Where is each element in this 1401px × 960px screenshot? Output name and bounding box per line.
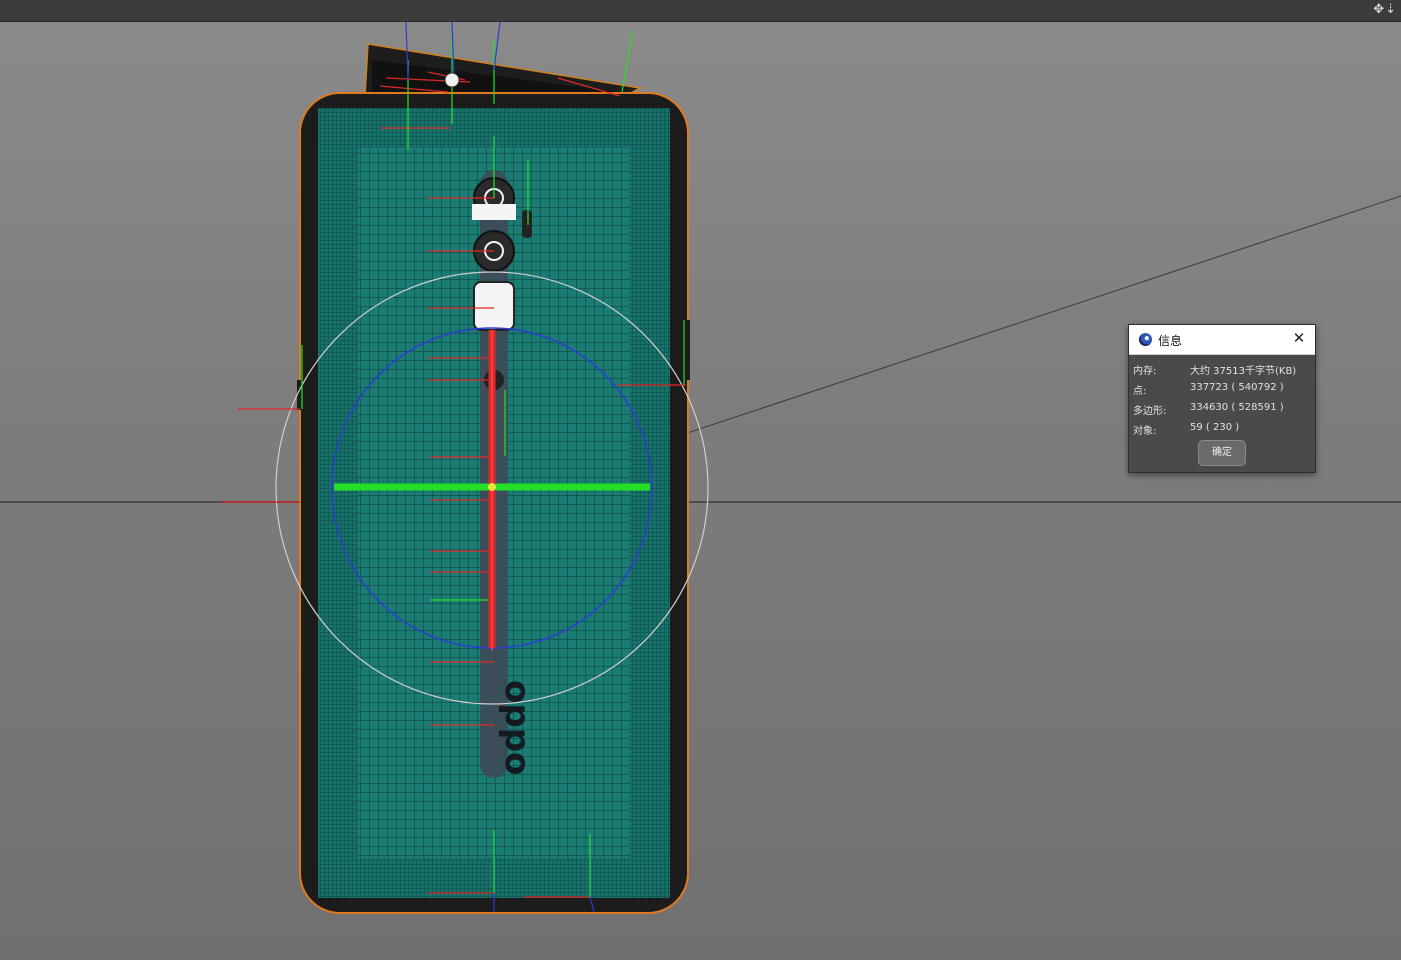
info-value: 334630 ( 528591 ) [1190, 402, 1284, 413]
viewport-canvas[interactable]: oppo [0, 22, 1401, 960]
viewport-header-bar: ✥⇣ [0, 0, 1401, 22]
move-viewport-icon[interactable]: ✥⇣ [1373, 2, 1397, 18]
info-value: 59 ( 230 ) [1190, 422, 1240, 433]
info-rows: 内存: 大约 37513千字节(KB) 点: 337723 ( 540792 )… [1133, 359, 1313, 439]
info-dialog[interactable]: 信息 ✕ 内存: 大约 37513千字节(KB) 点: 337723 ( 540… [1128, 324, 1316, 473]
dialog-title: 信息 [1158, 334, 1183, 348]
gizmo-center[interactable] [488, 483, 496, 491]
info-row-objects: 对象: 59 ( 230 ) [1133, 419, 1313, 439]
popup-axis-handle[interactable] [444, 72, 460, 88]
info-label: 点: [1133, 386, 1147, 397]
info-row-points: 点: 337723 ( 540792 ) [1133, 379, 1313, 399]
3d-viewport[interactable]: oppo [0, 22, 1401, 960]
close-icon[interactable]: ✕ [1291, 330, 1307, 346]
flash-module[interactable] [473, 281, 515, 331]
brand-logo: oppo [497, 680, 537, 775]
ok-button[interactable]: 确定 [1198, 440, 1246, 466]
cinema4d-app-icon [1139, 333, 1152, 346]
dialog-titlebar[interactable]: 信息 ✕ [1129, 325, 1315, 355]
info-row-memory: 内存: 大约 37513千字节(KB) [1133, 359, 1313, 379]
info-row-polygons: 多边形: 334630 ( 528591 ) [1133, 399, 1313, 419]
info-value: 大约 37513千字节(KB) [1190, 366, 1297, 377]
info-label: 对象: [1133, 426, 1157, 437]
info-label: 内存: [1133, 366, 1157, 377]
info-value: 337723 ( 540792 ) [1190, 382, 1284, 393]
info-label: 多边形: [1133, 406, 1167, 417]
